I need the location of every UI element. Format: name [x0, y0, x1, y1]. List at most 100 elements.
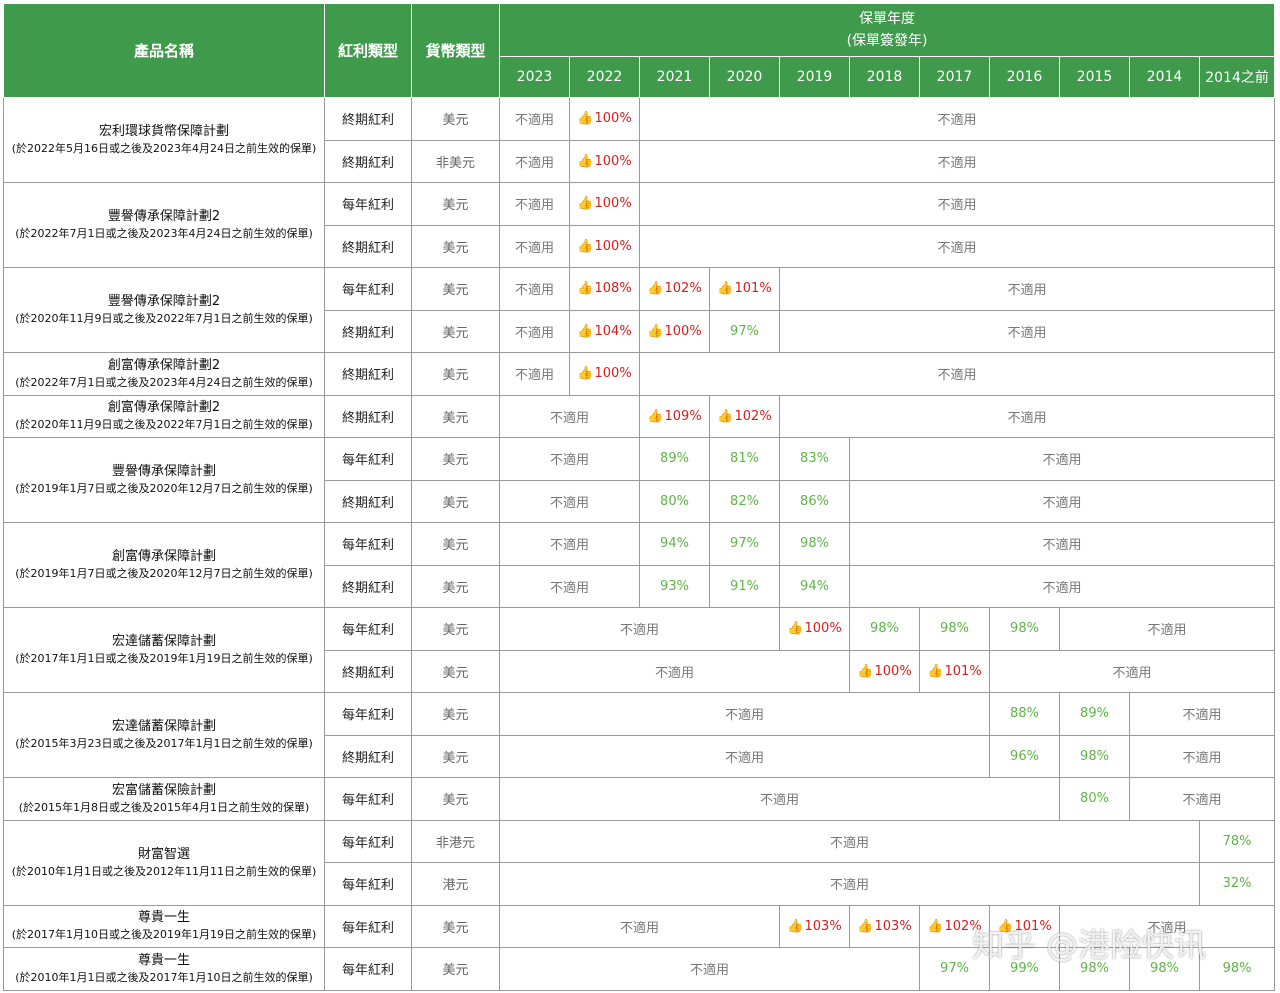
- ratio-cell: 👍100%: [569, 97, 640, 141]
- product-name: 尊貴一生: [137, 952, 190, 968]
- ratio-cell: 94%: [639, 522, 710, 566]
- not-applicable-cell: 不適用: [848, 522, 1276, 566]
- product-effective-period: (於2020年11月9日或之後及2022年7月1日之前生效的保單): [15, 418, 313, 432]
- header-currency-type: 貨幣類型: [411, 3, 500, 98]
- dividend-fulfillment-table: 產品名稱 紅利類型 貨幣類型 保單年度 (保單簽發年) 2023 2022 2021…: [3, 3, 1276, 991]
- thumbs-up-icon: 👍: [577, 323, 594, 339]
- bonus-type-cell: 每年紅利: [324, 437, 412, 481]
- ratio-value: 103%: [804, 918, 842, 934]
- header-bonus-type: 紅利類型: [324, 3, 412, 98]
- ratio-cell: 👍100%: [849, 649, 920, 693]
- ratio-cell: 👍101%: [989, 904, 1060, 948]
- product-cell: 創富傳承保障計劃2 (於2020年11月9日或之後及2022年7月1日之前生效的保…: [3, 394, 325, 438]
- ratio-cell: 98%: [1129, 947, 1200, 991]
- thumbs-up-icon: 👍: [927, 918, 944, 934]
- bonus-type-cell: 終期紅利: [324, 224, 412, 268]
- year-header-cell: 2015: [1059, 56, 1130, 98]
- ratio-value: 100%: [594, 196, 632, 212]
- ratio-cell: 👍102%: [709, 394, 780, 438]
- ratio-cell: 89%: [639, 437, 710, 481]
- table-body: 宏利環球貨幣保障計劃 (於2022年5月16日或之後及2023年4月24日之前生效…: [3, 97, 1276, 991]
- product-name: 宏富儲蓄保險計劃: [111, 782, 216, 798]
- ratio-value: 98%: [870, 621, 899, 637]
- thumbs-up-icon: 👍: [647, 281, 664, 297]
- bonus-type-cell: 終期紅利: [324, 394, 412, 438]
- product-name: 宏達儲蓄保障計劃: [111, 634, 216, 649]
- ratio-cell: 88%: [989, 692, 1060, 736]
- policy-year-subtitle: (保單簽發年): [846, 33, 928, 49]
- currency-cell: 美元: [411, 224, 500, 268]
- not-applicable-cell: 不適用: [499, 267, 570, 311]
- ratio-value: 102%: [734, 408, 772, 424]
- ratio-value: 83%: [800, 451, 829, 467]
- ratio-cell: 98%: [919, 607, 990, 651]
- not-applicable-cell: 不適用: [1058, 904, 1276, 948]
- year-header-cell: 2022: [569, 56, 640, 98]
- ratio-cell: 👍108%: [569, 267, 640, 311]
- ratio-cell: 99%: [989, 947, 1060, 991]
- ratio-value: 100%: [804, 621, 842, 637]
- ratio-value: 101%: [944, 663, 982, 679]
- product-cell: 宏利環球貨幣保障計劃 (於2022年5月16日或之後及2023年4月24日之前生效…: [3, 97, 325, 183]
- ratio-value: 100%: [594, 238, 632, 254]
- currency-cell: 美元: [411, 649, 500, 693]
- not-applicable-cell: 不適用: [499, 734, 990, 778]
- ratio-cell: 👍101%: [919, 649, 990, 693]
- thumbs-up-icon: 👍: [577, 196, 594, 212]
- not-applicable-cell: 不適用: [499, 692, 990, 736]
- thumbs-up-icon: 👍: [577, 153, 594, 169]
- not-applicable-cell: 不適用: [499, 352, 570, 396]
- product-name: 創富傳承保障計劃: [111, 549, 216, 564]
- not-applicable-cell: 不適用: [499, 394, 640, 438]
- bonus-type-cell: 每年紅利: [324, 777, 412, 821]
- ratio-value: 98%: [1150, 961, 1179, 977]
- ratio-value: 94%: [660, 536, 689, 552]
- currency-cell: 美元: [411, 777, 500, 821]
- not-applicable-cell: 不適用: [778, 267, 1276, 311]
- not-applicable-cell: 不適用: [499, 309, 570, 353]
- ratio-cell: 👍100%: [639, 309, 710, 353]
- currency-cell: 美元: [411, 394, 500, 438]
- ratio-value: 108%: [594, 281, 632, 297]
- bonus-type-cell: 終期紅利: [324, 479, 412, 523]
- product-effective-period: (於2015年1月8日或之後及2015年4月1日之前生效的保單): [18, 800, 310, 814]
- ratio-value: 100%: [874, 663, 912, 679]
- not-applicable-cell: 不適用: [499, 139, 570, 183]
- bonus-type-cell: 終期紅利: [324, 649, 412, 693]
- thumbs-up-icon: 👍: [577, 111, 594, 127]
- product-name: 宏利環球貨幣保障計劃: [98, 124, 229, 139]
- currency-cell: 美元: [411, 522, 500, 566]
- currency-cell: 美元: [411, 479, 500, 523]
- bonus-type-cell: 每年紅利: [324, 267, 412, 311]
- ratio-cell: 👍100%: [569, 182, 640, 226]
- ratio-value: 80%: [1080, 791, 1109, 807]
- product-effective-period: (於2022年5月16日或之後及2023年4月24日之前生效的保單): [11, 142, 317, 155]
- ratio-cell: 👍100%: [779, 607, 850, 651]
- ratio-value: 97%: [940, 961, 969, 977]
- thumbs-up-icon: 👍: [717, 281, 734, 297]
- not-applicable-cell: 不適用: [499, 607, 780, 651]
- ratio-value: 93%: [660, 578, 689, 594]
- table-row: 宏達儲蓄保障計劃 (於2017年1月1日或之後及2019年1月19日之前生效的保單…: [3, 607, 1276, 693]
- ratio-value: 98%: [800, 536, 829, 552]
- year-header-cell: 2019: [779, 56, 850, 98]
- product-cell: 創富傳承保障計劃2 (於2022年7月1日或之後及2023年4月24日之前生效的保…: [3, 352, 325, 396]
- thumbs-up-icon: 👍: [857, 663, 874, 679]
- ratio-cell: 97%: [709, 309, 780, 353]
- product-name: 豐譽傳承保障計劃2: [107, 209, 221, 224]
- table-header: 產品名稱 紅利類型 貨幣類型 保單年度 (保單簽發年) 2023 2022 2021…: [3, 3, 1276, 98]
- currency-cell: 美元: [411, 437, 500, 481]
- ratio-value: 100%: [594, 366, 632, 382]
- ratio-cell: 👍101%: [709, 267, 780, 311]
- not-applicable-cell: 不適用: [499, 182, 570, 226]
- not-applicable-cell: 不適用: [638, 139, 1276, 183]
- ratio-cell: 91%: [709, 564, 780, 608]
- ratio-cell: 👍103%: [849, 904, 920, 948]
- ratio-value: 91%: [730, 578, 759, 594]
- ratio-value: 81%: [730, 451, 759, 467]
- year-header-cell: 2020: [709, 56, 780, 98]
- ratio-value: 97%: [730, 323, 759, 339]
- year-header-cell: 2021: [639, 56, 710, 98]
- bonus-type-cell: 每年紅利: [324, 819, 412, 863]
- not-applicable-cell: 不適用: [499, 904, 780, 948]
